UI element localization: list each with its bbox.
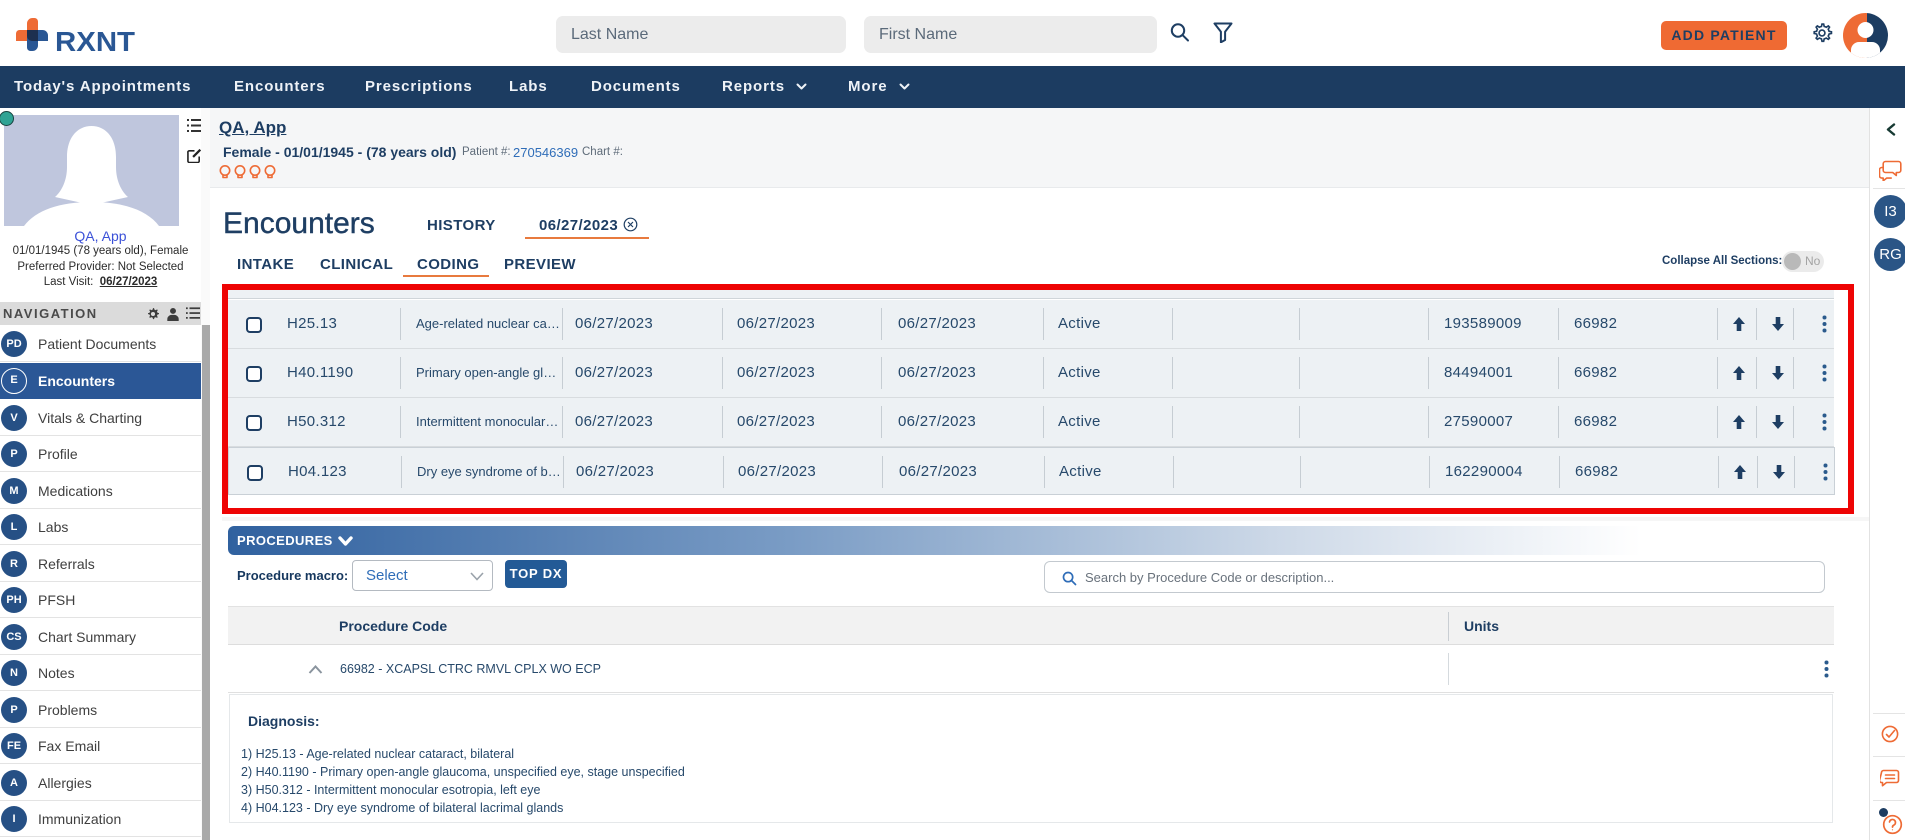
svg-text:RXNT: RXNT [55, 26, 135, 56]
